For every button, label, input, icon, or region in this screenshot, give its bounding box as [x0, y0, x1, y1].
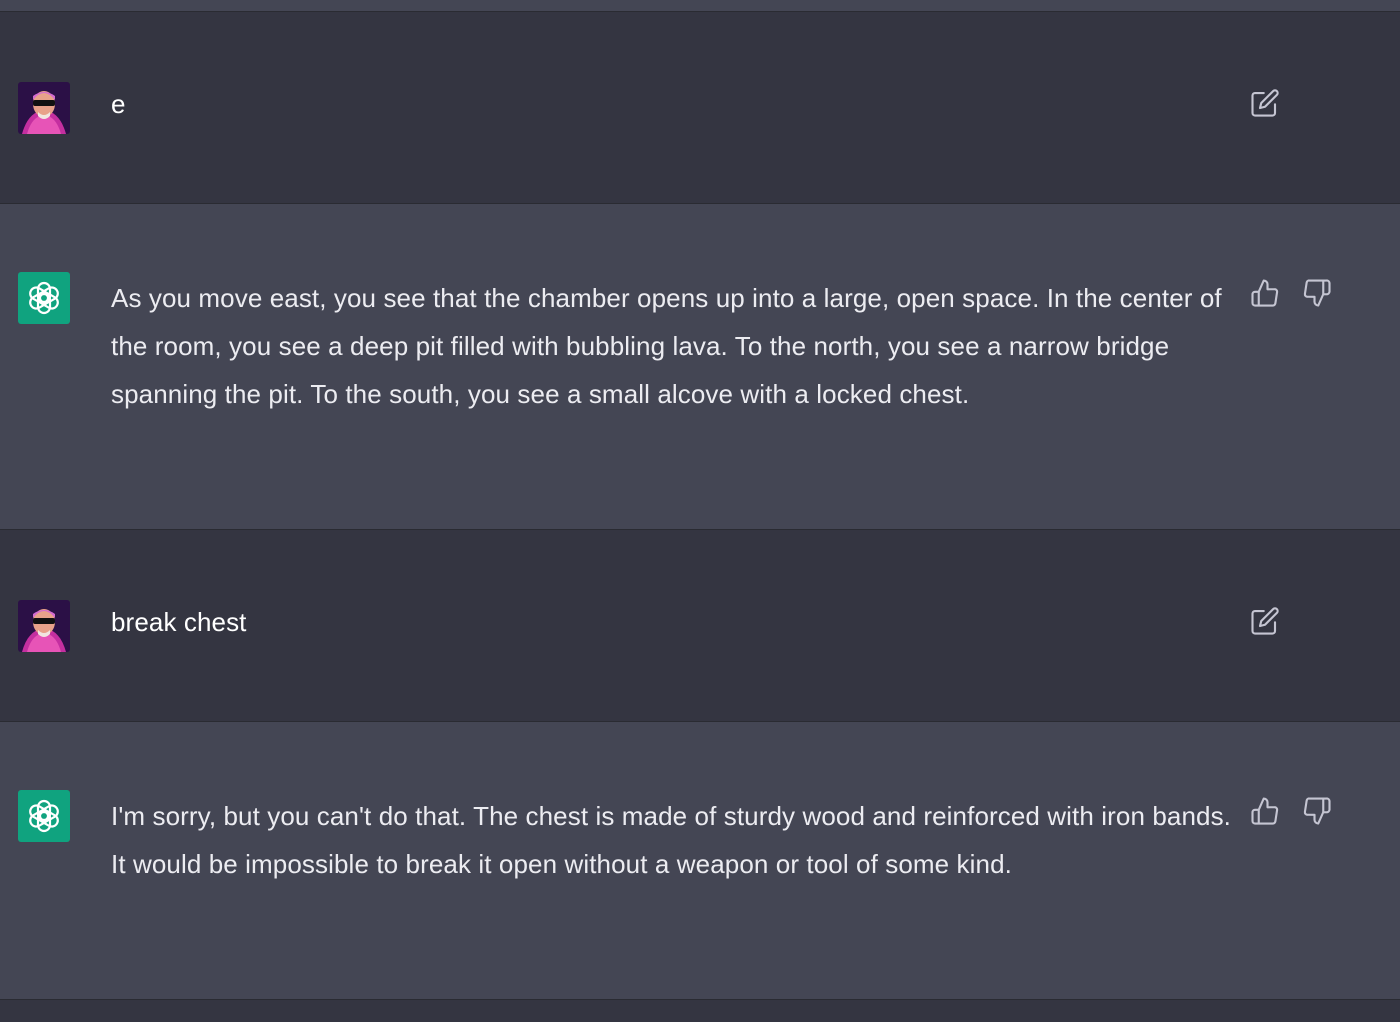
message-text: break chest: [111, 607, 247, 637]
message-actions: [1250, 278, 1332, 312]
assistant-avatar: [18, 272, 70, 324]
message-text: I'm sorry, but you can't do that. The ch…: [111, 801, 1232, 879]
message-text: e: [111, 89, 126, 119]
message-actions: [1250, 796, 1332, 830]
user-message-row: e: [0, 12, 1400, 204]
user-message-row: break chest: [0, 530, 1400, 722]
thumbs-down-icon[interactable]: [1302, 278, 1332, 308]
thumbs-up-icon[interactable]: [1250, 278, 1280, 308]
openai-logo-icon: [29, 281, 59, 315]
assistant-avatar: [18, 790, 70, 842]
edit-icon[interactable]: [1250, 606, 1280, 636]
message-actions: [1250, 88, 1280, 122]
edit-icon[interactable]: [1250, 88, 1280, 118]
chat-page: e As you move east, you see that the cha…: [0, 0, 1400, 1022]
user-avatar: [18, 600, 70, 652]
thumbs-down-icon[interactable]: [1302, 796, 1332, 826]
thumbs-up-icon[interactable]: [1250, 796, 1280, 826]
assistant-message-row: As you move east, you see that the chamb…: [0, 204, 1400, 530]
top-strip: [0, 0, 1400, 12]
assistant-message-row: I'm sorry, but you can't do that. The ch…: [0, 722, 1400, 1000]
user-avatar: [18, 82, 70, 134]
message-actions: [1250, 606, 1280, 640]
openai-logo-icon: [29, 799, 59, 833]
message-text: As you move east, you see that the chamb…: [111, 283, 1222, 409]
